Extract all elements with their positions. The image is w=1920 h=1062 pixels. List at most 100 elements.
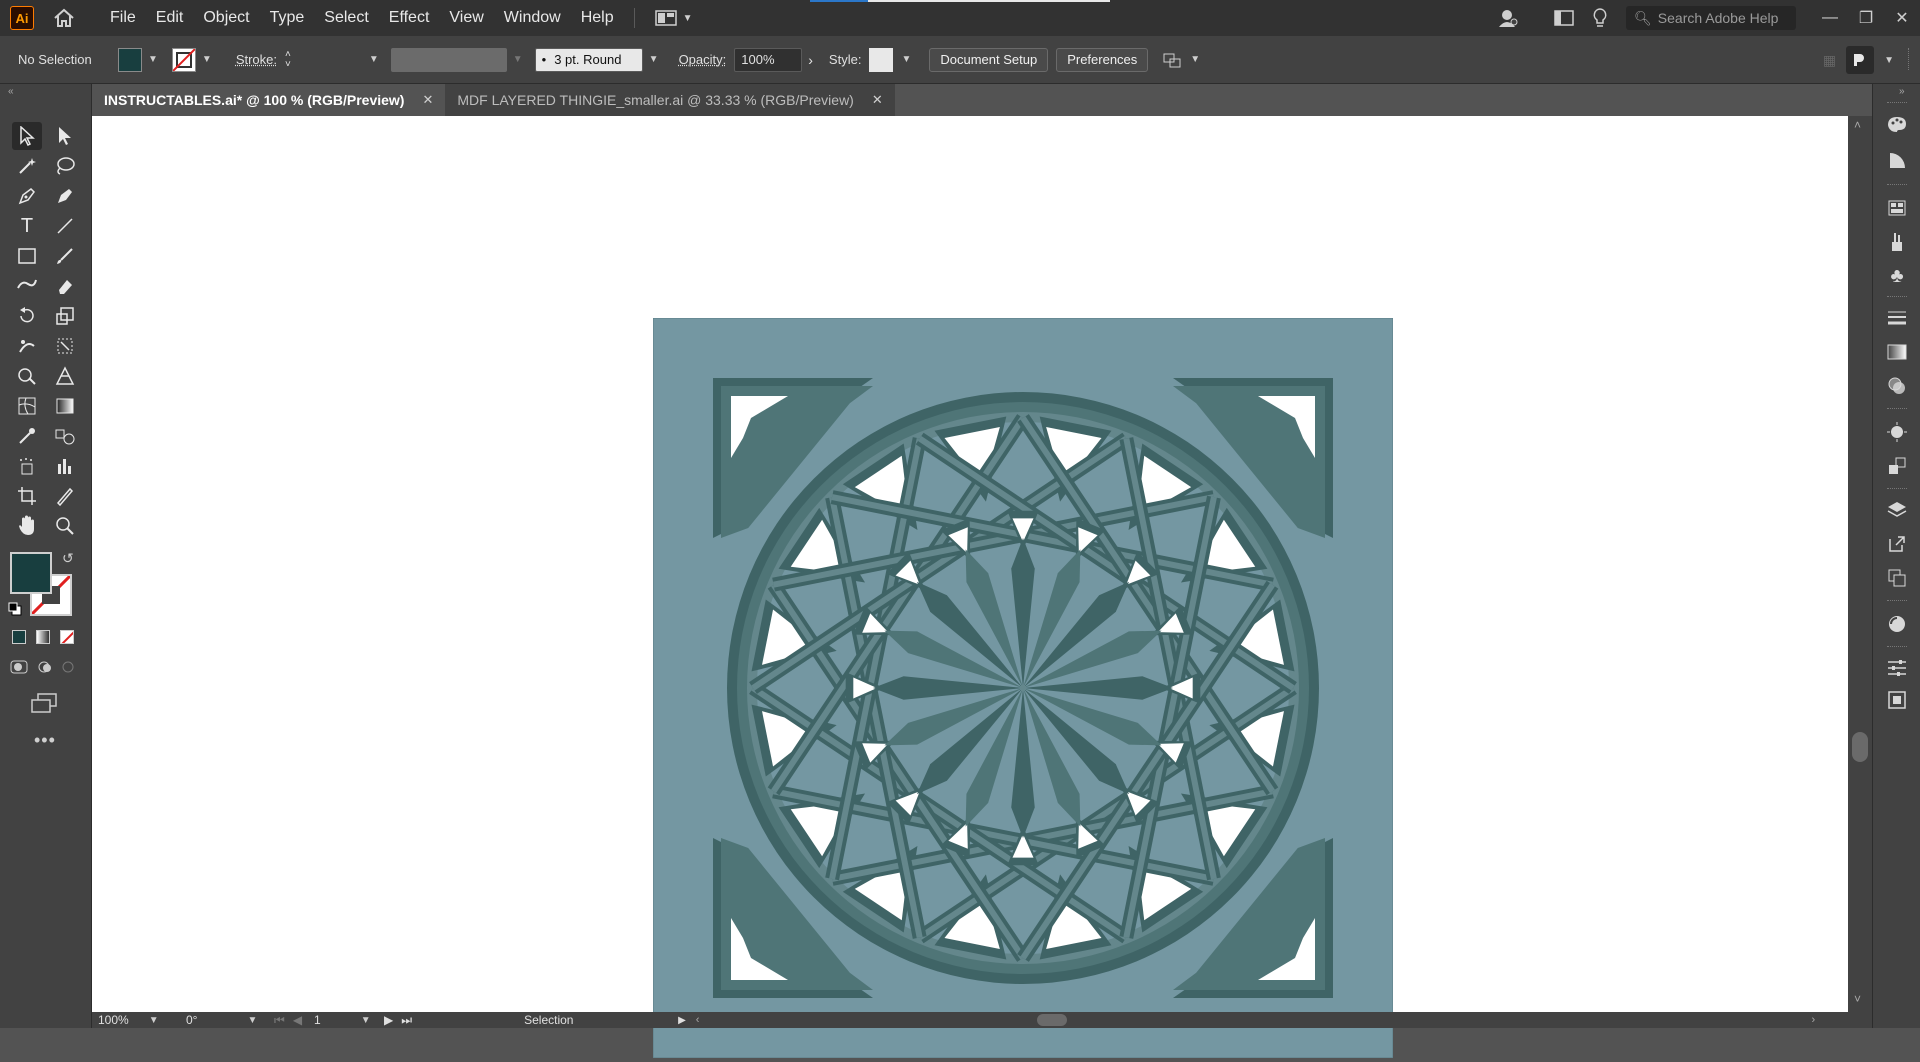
previous-artboard-icon[interactable]: ◀ bbox=[293, 1013, 302, 1027]
pen-tool-icon[interactable] bbox=[12, 182, 42, 210]
home-icon[interactable] bbox=[48, 4, 80, 32]
free-transform-tool-icon[interactable] bbox=[50, 332, 80, 360]
gradient-mode-icon[interactable] bbox=[36, 630, 50, 644]
rectangle-tool-icon[interactable] bbox=[12, 242, 42, 270]
canvas[interactable]: ˄ bbox=[92, 116, 1848, 1012]
perspective-grid-tool-icon[interactable] bbox=[50, 362, 80, 390]
hand-tool-icon[interactable] bbox=[12, 512, 42, 540]
stroke-panel-icon[interactable] bbox=[1885, 306, 1909, 330]
menu-object[interactable]: Object bbox=[193, 0, 259, 36]
menu-file[interactable]: File bbox=[100, 0, 146, 36]
libraries-icon[interactable] bbox=[1885, 196, 1909, 220]
image-trace-icon[interactable] bbox=[1885, 688, 1909, 712]
graphic-styles-icon[interactable] bbox=[1885, 454, 1909, 478]
opacity-input[interactable]: 100% bbox=[734, 48, 802, 72]
close-tab-icon[interactable]: ✕ bbox=[872, 92, 883, 108]
fill-swatch[interactable] bbox=[118, 48, 142, 72]
restore-icon[interactable]: ❐ bbox=[1848, 0, 1884, 36]
scroll-right-icon[interactable]: › bbox=[1811, 1014, 1815, 1026]
swap-colors-icon[interactable]: ↺ bbox=[62, 550, 74, 567]
panel-grip[interactable] bbox=[1887, 646, 1907, 649]
first-artboard-icon[interactable]: ⏮ bbox=[274, 1013, 285, 1028]
panel-grip[interactable] bbox=[1887, 296, 1907, 299]
menu-type[interactable]: Type bbox=[260, 0, 315, 36]
stroke-label[interactable]: Stroke: bbox=[236, 52, 277, 67]
scroll-up-icon[interactable]: ˄ bbox=[1854, 118, 1861, 132]
panel-grip[interactable] bbox=[1887, 600, 1907, 603]
asset-export-icon[interactable] bbox=[1885, 532, 1909, 556]
stroke-weight-field[interactable]: ˄ ˅ ▼ bbox=[285, 48, 379, 72]
slice-tool-icon[interactable] bbox=[50, 482, 80, 510]
variable-width-profile[interactable] bbox=[391, 48, 507, 72]
menu-select[interactable]: Select bbox=[314, 0, 378, 36]
tab-mdf-layered[interactable]: MDF LAYERED THINGIE_smaller.ai @ 33.33 %… bbox=[445, 84, 894, 116]
cloud-user-icon[interactable] bbox=[1490, 0, 1526, 36]
vertical-scroll-thumb[interactable] bbox=[1852, 732, 1868, 762]
brushes-icon[interactable] bbox=[1885, 230, 1909, 254]
opacity-label[interactable]: Opacity: bbox=[679, 52, 727, 67]
mesh-tool-icon[interactable] bbox=[12, 392, 42, 420]
artboards-panel-icon[interactable] bbox=[1885, 566, 1909, 590]
shaper-tool-icon[interactable] bbox=[12, 272, 42, 300]
layered-geometric-artwork[interactable] bbox=[653, 318, 1393, 1058]
none-mode-icon[interactable] bbox=[60, 630, 74, 644]
magic-wand-tool-icon[interactable] bbox=[12, 152, 42, 180]
preferences-button[interactable]: Preferences bbox=[1056, 48, 1148, 72]
default-colors-icon[interactable] bbox=[8, 602, 22, 616]
horizontal-scroll-thumb[interactable] bbox=[1037, 1014, 1067, 1026]
panel-grip[interactable] bbox=[1908, 48, 1916, 70]
panel-grip[interactable] bbox=[1887, 184, 1907, 187]
panel-grip[interactable] bbox=[1887, 102, 1907, 105]
vertical-scrollbar[interactable]: ˄ ˅ bbox=[1848, 116, 1872, 1012]
transparency-icon[interactable] bbox=[1885, 374, 1909, 398]
scale-tool-icon[interactable] bbox=[50, 302, 80, 330]
properties-sliders-icon[interactable] bbox=[1885, 656, 1909, 680]
lasso-tool-icon[interactable] bbox=[50, 152, 80, 180]
collapse-toolbar-icon[interactable]: « bbox=[8, 86, 14, 97]
minimize-icon[interactable]: — bbox=[1812, 0, 1848, 36]
chevron-right-icon[interactable]: › bbox=[808, 52, 813, 68]
type-tool-icon[interactable]: T bbox=[12, 212, 42, 240]
graphic-style-swatch[interactable] bbox=[869, 48, 893, 72]
edit-toolbar-icon[interactable]: ••• bbox=[34, 730, 56, 751]
rotation-field[interactable]: 0° ▼ bbox=[180, 1013, 268, 1027]
line-tool-icon[interactable] bbox=[50, 212, 80, 240]
symbol-sprayer-tool-icon[interactable] bbox=[12, 452, 42, 480]
menu-window[interactable]: Window bbox=[494, 0, 571, 36]
close-tab-icon[interactable]: ✕ bbox=[422, 92, 433, 108]
document-setup-button[interactable]: Document Setup bbox=[929, 48, 1048, 72]
stepper-icon[interactable]: ˄ ˅ bbox=[285, 50, 291, 70]
artboard[interactable] bbox=[653, 318, 1393, 1058]
gradient-panel-icon[interactable] bbox=[1885, 340, 1909, 364]
eyedropper-tool-icon[interactable] bbox=[12, 422, 42, 450]
fill-control[interactable]: ▼ bbox=[118, 48, 158, 72]
artboard-tool-icon[interactable] bbox=[12, 482, 42, 510]
stroke-weight-input[interactable] bbox=[295, 48, 365, 72]
expand-panels-icon[interactable]: » bbox=[1899, 86, 1905, 97]
next-artboard-icon[interactable]: ▶ bbox=[384, 1013, 393, 1027]
gradient-tool-icon[interactable] bbox=[50, 392, 80, 420]
scroll-down-icon[interactable]: ˅ bbox=[1854, 992, 1861, 1006]
draw-behind-icon[interactable] bbox=[36, 660, 52, 674]
zoom-tool-icon[interactable] bbox=[50, 512, 80, 540]
change-screen-mode-icon[interactable] bbox=[30, 692, 58, 714]
stroke-none-swatch[interactable] bbox=[172, 48, 196, 72]
color-guide-icon[interactable] bbox=[1885, 148, 1909, 172]
last-artboard-icon[interactable]: ⏭ bbox=[401, 1013, 412, 1028]
symbols-icon[interactable]: ♣ bbox=[1885, 264, 1909, 288]
status-menu-icon[interactable]: ▶ bbox=[678, 1015, 686, 1026]
paintbrush-tool-icon[interactable] bbox=[50, 242, 80, 270]
puppet-warp-tool-icon[interactable] bbox=[12, 332, 42, 360]
appearance-icon[interactable] bbox=[1885, 420, 1909, 444]
stroke-control[interactable]: ▼ bbox=[172, 48, 212, 72]
column-graph-tool-icon[interactable] bbox=[50, 452, 80, 480]
tab-instructables[interactable]: INSTRUCTABLES.ai* @ 100 % (RGB/Preview) … bbox=[92, 84, 445, 116]
menu-view[interactable]: View bbox=[439, 0, 493, 36]
properties-panel-icon[interactable] bbox=[1846, 46, 1874, 74]
brush-definition[interactable]: • 3 pt. Round bbox=[535, 48, 643, 72]
search-input[interactable]: 🔍︎ Search Adobe Help bbox=[1626, 6, 1796, 30]
menu-edit[interactable]: Edit bbox=[146, 0, 194, 36]
menu-effect[interactable]: Effect bbox=[379, 0, 440, 36]
rotate-tool-icon[interactable] bbox=[12, 302, 42, 330]
color-mode-icon[interactable] bbox=[12, 630, 26, 644]
